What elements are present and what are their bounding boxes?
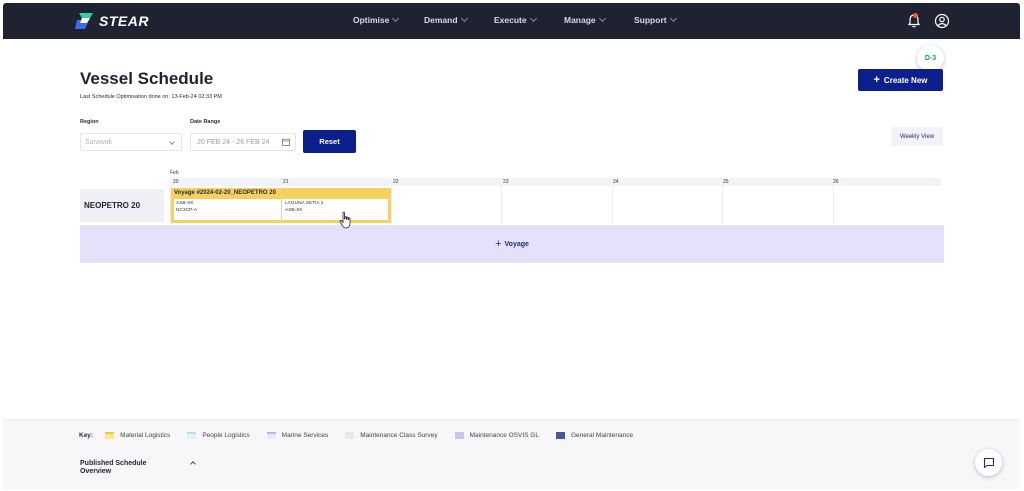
published-schedule-title[interactable]: Published Schedule Overview	[80, 460, 170, 475]
date-range-label: Date Range	[190, 119, 221, 125]
region-select[interactable]: Sarawak	[80, 133, 182, 151]
add-voyage-label: Voyage	[504, 240, 529, 248]
marine-services-swatch	[266, 432, 276, 439]
legend-item: Maintenance OSVIS GL	[454, 432, 539, 439]
notification-dot	[913, 13, 918, 18]
day-label: 24	[613, 179, 619, 185]
day-label: 26	[833, 179, 839, 185]
chat-icon	[983, 457, 994, 468]
reset-button[interactable]: Reset	[303, 130, 356, 153]
general-maintenance-swatch	[555, 432, 565, 439]
legend-item: Marine Services	[266, 432, 329, 439]
chevron-down-icon	[529, 14, 537, 23]
status-badge[interactable]: D-3	[917, 45, 944, 72]
grid-column	[612, 186, 613, 224]
nav-execute-label: Execute	[494, 15, 527, 25]
top-nav: STEAR Optimise Demand Execute Manage Sup…	[3, 3, 1020, 39]
legend: Key: Material Logistics People Logistics…	[79, 432, 650, 439]
month-label: Feb	[170, 170, 179, 176]
nav-optimise[interactable]: Optimise	[353, 14, 400, 25]
legend-title: Key:	[79, 432, 94, 439]
day-label: 25	[723, 179, 729, 185]
day-label: 23	[503, 179, 509, 185]
stop-destination: NC3CP-A	[176, 208, 198, 213]
day-label: 20	[173, 179, 179, 185]
stop-origin: LAGUNA SETIA 2	[285, 201, 324, 206]
chevron-down-icon	[169, 139, 175, 145]
page-title: Vessel Schedule	[80, 69, 214, 88]
nav-execute[interactable]: Execute	[494, 14, 537, 25]
legend-label: Maintenance Class Survey	[360, 432, 438, 439]
stop-destination: ASB-SK	[285, 208, 303, 213]
legend-label: Material Logistics	[120, 432, 171, 439]
stop-divider	[281, 199, 282, 222]
nav-demand-label: Demand	[424, 15, 458, 25]
nav-optimise-label: Optimise	[353, 15, 390, 25]
chevron-down-icon	[460, 14, 468, 23]
nav-manage[interactable]: Manage	[564, 14, 606, 25]
people-logistics-swatch	[187, 432, 197, 439]
last-optimisation-text: Last Schedule Optimisation done on: 13-F…	[80, 94, 222, 100]
voyage-title[interactable]: Voyage #2024-02-20_NEOPETRO 20	[171, 188, 391, 199]
legend-label: Maintenance OSVIS GL	[469, 432, 539, 439]
grid-column	[833, 186, 834, 224]
day-label: 21	[283, 179, 289, 185]
legend-item: Maintenance Class Survey	[345, 432, 438, 439]
brand-name: STEAR	[99, 13, 149, 29]
grid-column	[391, 186, 392, 224]
chat-button[interactable]	[975, 449, 1002, 476]
stear-logo-icon	[75, 13, 93, 29]
nav-support[interactable]: Support	[634, 14, 677, 25]
vessel-name[interactable]: NEOPETRO 20	[80, 189, 164, 222]
hand-cursor-icon	[339, 211, 351, 229]
create-new-label: Create New	[883, 75, 928, 85]
legend-item: General Maintenance	[555, 432, 634, 439]
add-voyage-button[interactable]: + Voyage	[80, 225, 944, 263]
stop-origin: ASB-SK	[176, 201, 194, 206]
material-logistics-swatch	[105, 432, 115, 439]
grid-column	[722, 186, 723, 224]
calendar-icon	[282, 138, 290, 146]
nav-support-label: Support	[634, 15, 667, 25]
footer-panel	[3, 419, 1020, 489]
create-new-button[interactable]: + Create New	[858, 69, 943, 91]
plus-icon: +	[873, 74, 880, 86]
brand-logo[interactable]: STEAR	[75, 12, 149, 30]
day-label: 22	[393, 179, 399, 185]
nav-manage-label: Manage	[564, 15, 596, 25]
maintenance-class-survey-swatch	[345, 432, 355, 439]
legend-item: People Logistics	[187, 432, 250, 439]
chevron-down-icon	[669, 14, 677, 23]
maintenance-osvis-gl-swatch	[454, 432, 464, 439]
chevron-down-icon	[598, 14, 606, 23]
voyage-stop[interactable]: LAGUNA SETIA 2 ASB-SK	[285, 200, 323, 214]
weekly-view-button[interactable]: Weekly View	[891, 127, 943, 146]
user-profile-icon[interactable]	[934, 13, 950, 29]
region-label: Region	[80, 119, 99, 125]
day-header: 20 21 22 23 24 25 26	[170, 178, 941, 186]
plus-icon: +	[495, 238, 502, 250]
voyage-stop[interactable]: ASB-SK NC3CP-A	[176, 200, 197, 214]
grid-column	[501, 186, 502, 224]
date-range-input[interactable]: 20 FEB 24 - 26 FEB 24	[190, 133, 296, 151]
nav-demand[interactable]: Demand	[424, 14, 468, 25]
legend-item: Material Logistics	[105, 432, 170, 439]
chevron-down-icon	[392, 14, 400, 23]
legend-label: Marine Services	[281, 432, 329, 439]
date-range-value: 20 FEB 24 - 26 FEB 24	[197, 139, 270, 146]
legend-label: General Maintenance	[570, 432, 634, 439]
region-value: Sarawak	[85, 139, 113, 146]
legend-label: People Logistics	[202, 432, 250, 439]
